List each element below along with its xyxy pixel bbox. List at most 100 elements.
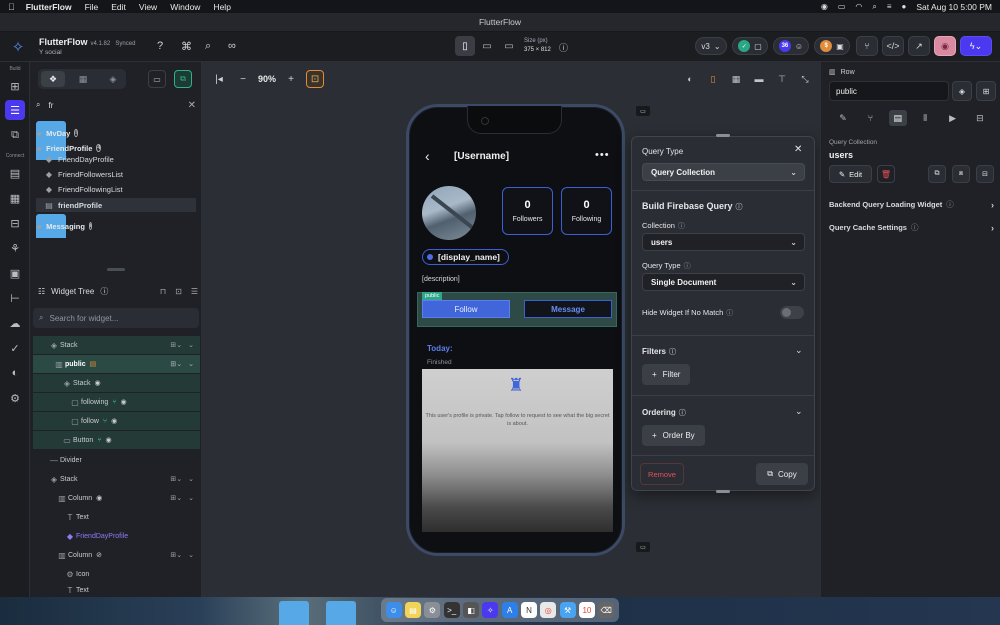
custom-code-icon[interactable]: ⊢ (5, 288, 25, 308)
copy-icon[interactable]: ⧉ (928, 165, 946, 183)
zoom-out-icon[interactable]: − (234, 70, 252, 88)
cloud-functions-icon[interactable]: ☁ (5, 313, 25, 333)
paste-icon[interactable]: ⊟ (976, 165, 994, 183)
collapse-all-icon[interactable]: ☰ (191, 287, 198, 296)
tree-node-column-2[interactable]: ▥ Column ⊘ ⊞⌄ ⌄ (33, 546, 200, 564)
text-scale-icon[interactable]: ⊤ (773, 70, 791, 88)
info-icon[interactable]: ⓘ (669, 349, 676, 356)
apple-icon[interactable]:  (8, 2, 15, 12)
calendar-icon[interactable]: 10 (578, 602, 595, 618)
link-icon[interactable]: ∞ (228, 40, 236, 52)
tree-node-stack[interactable]: ◈ Stack ⊞⌄ ⌄ (33, 336, 200, 354)
ordering-chevron-icon[interactable]: ⌄ (795, 406, 803, 417)
popover-grip-bottom[interactable] (716, 490, 730, 493)
ai-gen-icon[interactable]: ⊡ (175, 287, 182, 296)
tree-node-follow[interactable]: ▢ follow ⑂ ◉ (33, 412, 200, 430)
desktop-folder-icon[interactable] (326, 601, 356, 625)
page-friendfollowinglist[interactable]: ◆ FriendFollowingList (44, 182, 123, 196)
menu-window[interactable]: Window (170, 2, 200, 12)
page-search[interactable]: ⌕ fr ✕ (36, 96, 196, 114)
size-value[interactable]: 375 × 812 (524, 47, 551, 53)
desktop-device-icon[interactable]: ▭ (499, 36, 519, 56)
device-frame-icon[interactable]: ▯ (704, 70, 722, 88)
siri-icon[interactable]: ● (902, 2, 907, 11)
info-icon[interactable]: ⓘ (679, 410, 686, 417)
wrap-icon[interactable]: ⊞⌄ (170, 360, 182, 368)
record-icon[interactable]: ◉ (821, 2, 828, 11)
keyboard-icon[interactable]: ▬ (750, 70, 768, 88)
account-group[interactable]: $ ▣ (814, 37, 850, 55)
phone-bottom-handle-icon[interactable]: ▭ (636, 542, 650, 552)
help-icon[interactable]: ? (157, 40, 163, 52)
pages-tab-icon[interactable]: ❖ (41, 71, 65, 87)
add-filter-button[interactable]: + Filter (642, 364, 691, 385)
backend-query-tab-icon[interactable]: ▤ (888, 110, 907, 126)
copy-query-button[interactable]: ⧉ Copy (756, 463, 808, 485)
terminal-icon[interactable]: >_ (443, 602, 460, 618)
dark-mode-icon[interactable]: ◐ (681, 70, 699, 88)
followers-box[interactable]: 0 Followers (502, 187, 553, 235)
trash-icon[interactable]: ⌫ (598, 602, 615, 618)
page-friendfollowerslist[interactable]: ◆ FriendFollowersList (44, 167, 123, 181)
desktop-folder-icon[interactable] (279, 601, 309, 625)
battery-icon[interactable]: ▭ (838, 2, 846, 11)
tablet-device-icon[interactable]: ▭ (477, 36, 497, 56)
profile-avatar[interactable] (422, 186, 476, 240)
phone-top-handle-icon[interactable]: ▭ (636, 106, 650, 116)
phone-device-icon[interactable]: ▯ (455, 36, 475, 56)
app-state-icon[interactable]: ⊟ (5, 213, 25, 233)
query-type2-dropdown[interactable]: Single Document ⌄ (642, 273, 805, 291)
project-name[interactable]: Y social (39, 49, 135, 56)
library-gem-icon[interactable]: ◈ (952, 81, 972, 101)
properties-tab-icon[interactable]: ✎ (834, 110, 852, 126)
testing-icon[interactable]: ✓ (5, 338, 25, 358)
collection-dropdown[interactable]: users ⌄ (642, 233, 805, 251)
chrome-icon[interactable]: ◎ (540, 602, 557, 618)
chevron-down-icon[interactable]: ⌄ (188, 494, 194, 502)
tree-node-text[interactable]: T Text (33, 508, 200, 526)
duplicate-icon[interactable]: ⧈ (952, 165, 970, 183)
finder-icon[interactable]: ☺ (385, 602, 402, 618)
documentation-tab-icon[interactable]: ⊟ (971, 110, 989, 126)
hide-widget-toggle[interactable] (780, 306, 804, 319)
display-name-chip[interactable]: [display_name] (422, 249, 509, 265)
info-icon[interactable]: ⓘ (911, 222, 919, 233)
integrations-icon[interactable]: ⚘ (5, 238, 25, 258)
query-cache-settings-section[interactable]: Query Cache Settings ⓘ › (829, 222, 994, 233)
storyboard-icon[interactable]: ⧉ (5, 125, 25, 145)
filters-chevron-icon[interactable]: ⌄ (795, 345, 803, 356)
wrap-icon[interactable]: ⊞⌄ (170, 475, 182, 483)
menu-help[interactable]: Help (213, 2, 230, 12)
widget-search-input[interactable]: ⌕ Search for widget... (33, 308, 199, 328)
components-tab-icon[interactable]: ▦ (71, 71, 95, 87)
tree-node-stack-inner[interactable]: ◈ Stack ◉ (33, 374, 200, 392)
app-store-icon[interactable]: A (501, 602, 518, 618)
wrap-icon[interactable]: ⊞⌄ (170, 494, 182, 502)
flutterflow-logo-icon[interactable]: ✧ (8, 37, 28, 57)
tree-node-icon[interactable]: ⚙ Icon (33, 565, 200, 583)
menu-file[interactable]: File (85, 2, 99, 12)
tree-node-stack-2[interactable]: ◈ Stack ⊞⌄ ⌄ (33, 470, 200, 488)
control-center-icon[interactable]: ≡ (887, 2, 892, 11)
menu-app[interactable]: FlutterFlow (26, 2, 72, 12)
tree-node-public[interactable]: ▥ public ▤ ⊞⌄ ⌄ (33, 355, 200, 373)
widget-name-input[interactable]: public (829, 81, 949, 101)
notion-icon[interactable]: N (520, 602, 537, 618)
xcode-icon[interactable]: ⚒ (559, 602, 576, 618)
close-icon[interactable]: ✕ (794, 144, 802, 155)
chevron-down-icon[interactable]: ⌄ (188, 475, 194, 483)
media-assets-icon[interactable]: ▣ (5, 263, 25, 283)
chevron-down-icon[interactable]: ⌄ (188, 551, 194, 559)
remove-query-button[interactable]: Remove (640, 463, 684, 485)
info-icon[interactable]: ⓘ (678, 223, 685, 230)
back-arrow-icon[interactable]: ‹ (425, 148, 430, 164)
search-icon[interactable]: ⌕ (205, 40, 211, 53)
ai-canvas-icon[interactable]: ⊡ (306, 70, 325, 88)
info-icon[interactable]: ⓘ (559, 41, 568, 54)
firestore-icon[interactable]: ▤ (5, 163, 25, 183)
notes-icon[interactable]: ▤ (404, 602, 421, 618)
page-friendprofile[interactable]: ▤ friendProfile (36, 198, 196, 212)
command-icon[interactable]: ⌘ (181, 40, 192, 53)
menubar-datetime[interactable]: Sat Aug 10 5:00 PM (916, 2, 992, 12)
theme-icon[interactable]: ◐ (5, 363, 25, 383)
